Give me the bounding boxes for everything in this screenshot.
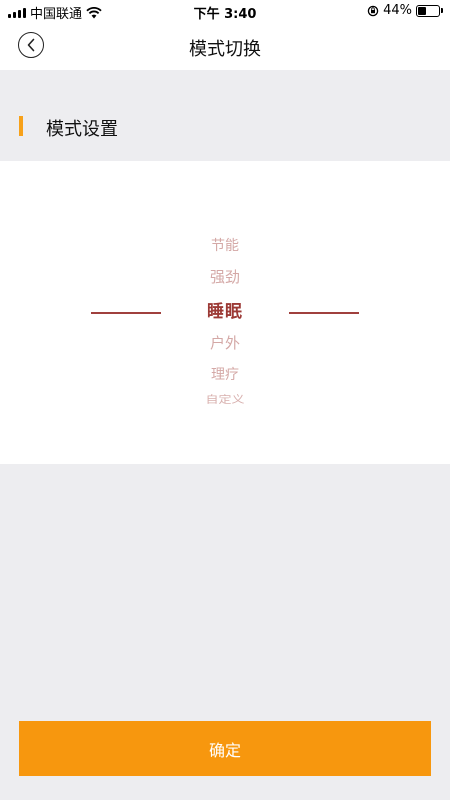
picker-option[interactable]: 强劲: [0, 266, 450, 287]
status-bar: 中国联通 下午 3:40 44%: [0, 0, 450, 22]
battery-fill: [418, 6, 426, 15]
confirm-button[interactable]: 确定: [19, 721, 431, 776]
section-title: 模式设置: [46, 119, 118, 140]
status-right: 44%: [367, 3, 443, 18]
nav-bar: 模式切换: [0, 22, 450, 70]
page-title: 模式切换: [189, 39, 261, 60]
picker-option[interactable]: 户外: [0, 332, 450, 353]
picker-option[interactable]: 自定义: [0, 390, 450, 406]
picker-option[interactable]: 理疗: [0, 364, 450, 384]
battery-percent: 44%: [383, 3, 412, 18]
section-header: 模式设置: [0, 92, 450, 160]
section-accent-bar: [19, 116, 23, 136]
picker-option[interactable]: 节能: [0, 235, 450, 255]
battery-icon: [416, 4, 443, 17]
picker-option[interactable]: 睡眠: [0, 297, 450, 322]
orientation-lock-icon: [367, 5, 379, 16]
mode-picker[interactable]: 节能强劲睡眠户外理疗自定义: [0, 161, 450, 464]
